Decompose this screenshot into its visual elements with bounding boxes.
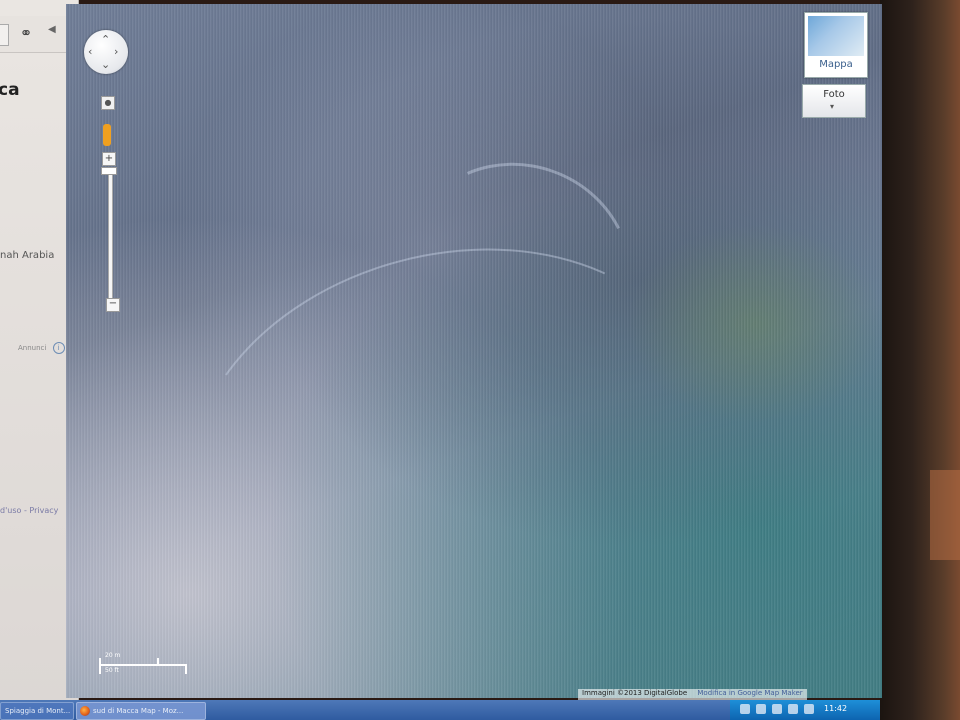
place-subtitle: nah Arabia [0, 250, 55, 261]
taskbar-item-firefox[interactable]: sud di Macca Map - Moz... [76, 702, 206, 720]
scale-label-metric: 20 m [105, 652, 121, 659]
tray-icon[interactable] [756, 704, 766, 714]
scale-label-imperial: 50 ft [105, 667, 119, 674]
info-icon[interactable]: i [52, 342, 65, 354]
pan-left-icon[interactable]: ‹ [88, 46, 92, 57]
satellite-map[interactable] [66, 4, 882, 698]
volume-icon[interactable] [788, 704, 798, 714]
ads-row: Annunci i [18, 342, 65, 354]
map-scale-bar: 20 m 50 ft [99, 652, 189, 674]
os-taskbar: Spiaggia di Mont... sud di Macca Map - M… [0, 700, 880, 720]
monitor-bezel [880, 0, 960, 720]
taskbar-item-label: Spiaggia di Mont... [5, 707, 71, 715]
partial-toolbar-button[interactable] [0, 24, 9, 46]
zoom-slider-handle[interactable] [101, 167, 117, 175]
pan-control[interactable]: ⌃ ⌄ ‹ › [84, 30, 128, 74]
zoom-reset-button[interactable]: ● [101, 96, 115, 110]
clock[interactable]: 11:42 [824, 704, 847, 713]
zoom-out-button[interactable]: − [106, 298, 120, 312]
map-type-photo-button[interactable]: Foto ▾ [802, 84, 866, 118]
scale-tick [185, 664, 187, 674]
firefox-icon [80, 706, 90, 716]
terms-privacy-link[interactable]: d'uso - Privacy [0, 506, 58, 515]
map-type-map-button[interactable]: Mappa [804, 12, 868, 78]
chevron-down-icon: ▾ [830, 102, 835, 111]
taskbar-item-label: sud di Macca Map - Moz... [93, 707, 184, 715]
taskbar-item[interactable]: Spiaggia di Mont... [0, 702, 74, 720]
battery-icon[interactable] [804, 704, 814, 714]
world-map-icon [808, 16, 864, 56]
background-object [930, 470, 960, 560]
pegman-streetview-icon[interactable] [103, 124, 111, 146]
tray-icon[interactable] [740, 704, 750, 714]
map-maker-link[interactable]: Modifica in Google Map Maker [697, 689, 802, 697]
pan-right-icon[interactable]: › [114, 46, 118, 57]
screen-moire-overlay [66, 4, 882, 698]
system-tray: 11:42 [730, 700, 880, 720]
collapse-arrow-icon[interactable]: ◀ [48, 24, 56, 35]
place-title: ca [0, 80, 20, 100]
scale-line [99, 664, 187, 666]
map-type-photo-label: Foto [823, 89, 845, 100]
zoom-slider-track[interactable] [108, 168, 113, 302]
zoom-in-button[interactable]: + [102, 152, 116, 166]
pan-down-icon[interactable]: ⌄ [101, 59, 110, 70]
ads-label: Annunci [18, 344, 47, 352]
link-icon[interactable]: ⚭ [15, 24, 37, 42]
imagery-credit: Immagini ©2013 DigitalGlobe [582, 689, 688, 697]
pan-up-icon[interactable]: ⌃ [101, 34, 110, 45]
scale-tick [157, 658, 159, 666]
network-icon[interactable] [772, 704, 782, 714]
scale-tick [99, 658, 101, 674]
map-type-map-label: Mappa [819, 59, 853, 70]
